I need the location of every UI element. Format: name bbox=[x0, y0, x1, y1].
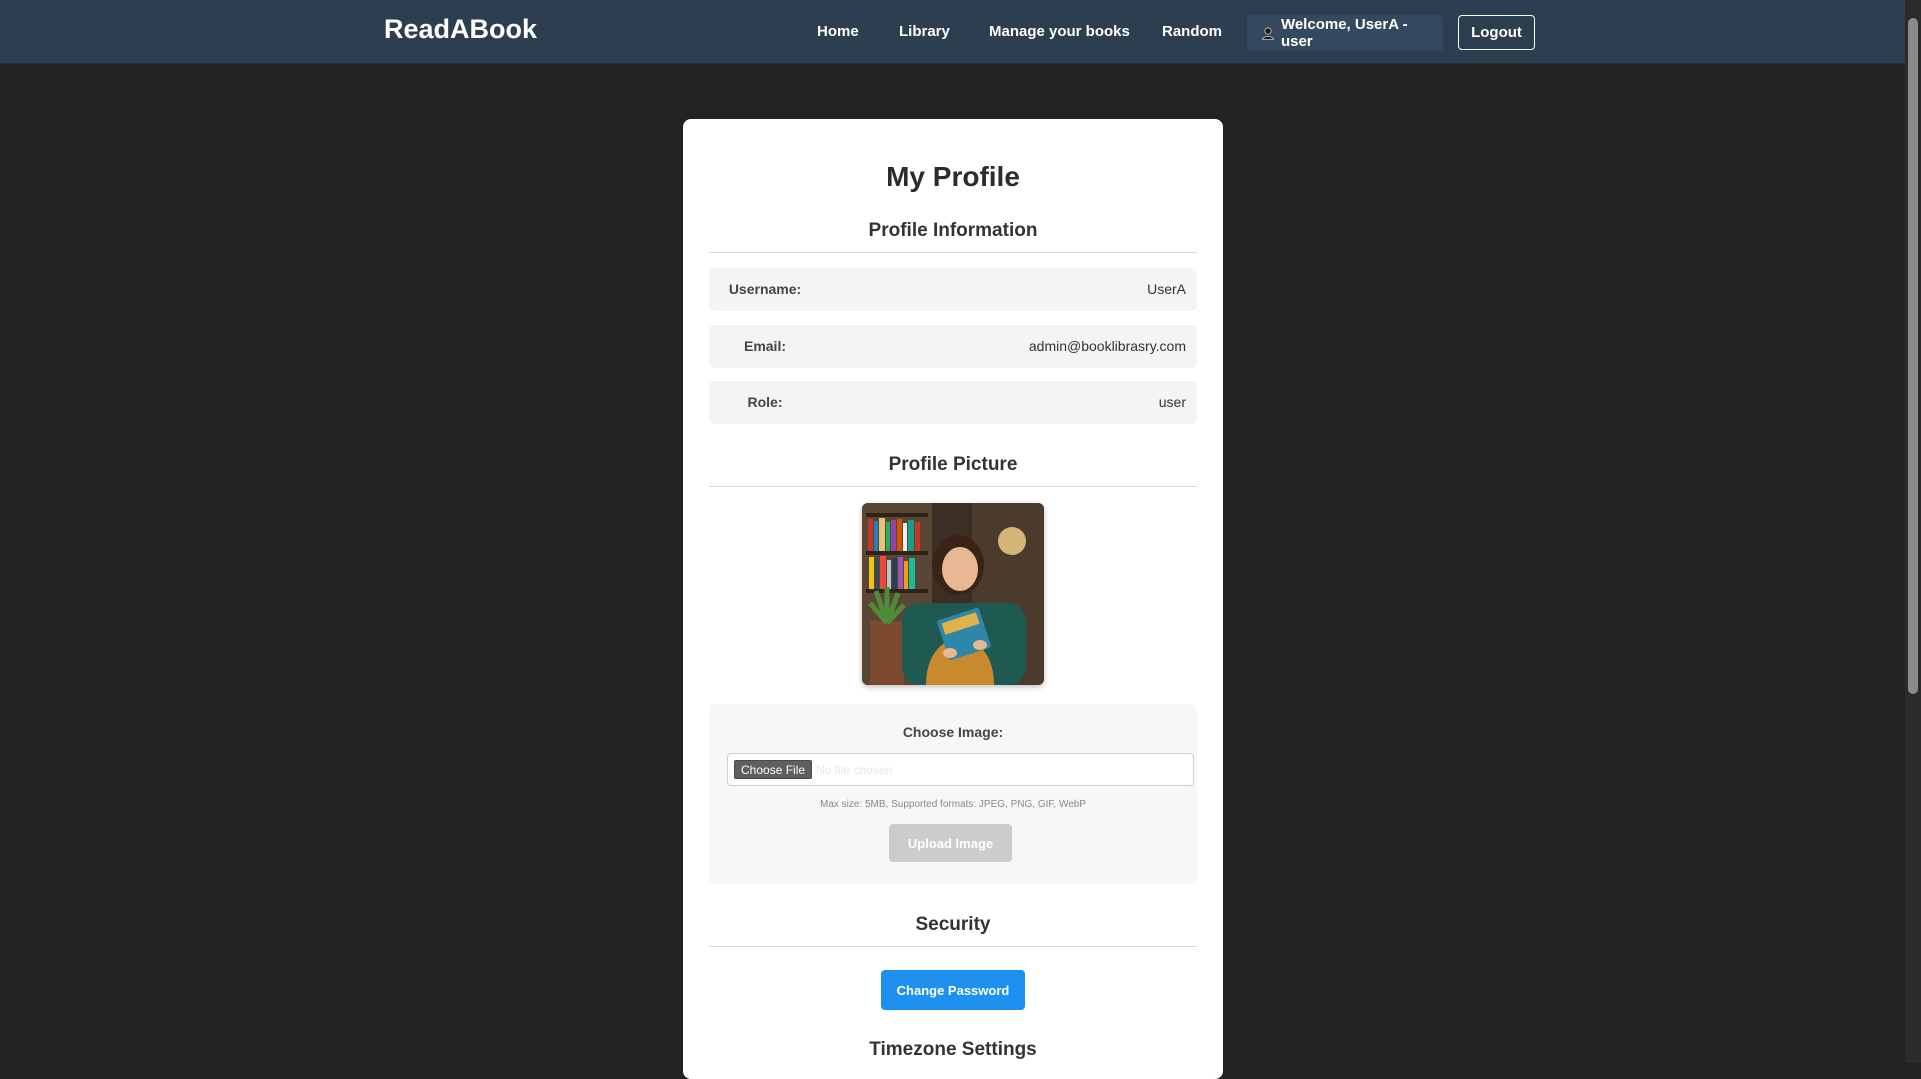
welcome-badge: Welcome, UserA - user bbox=[1247, 15, 1443, 51]
profile-picture-heading: Profile Picture bbox=[709, 454, 1197, 487]
nav-library[interactable]: Library bbox=[899, 23, 950, 40]
username-row: Username: UserA bbox=[709, 268, 1197, 311]
scrollbar-thumb[interactable] bbox=[1908, 18, 1918, 694]
file-input[interactable]: Choose File No file chosen bbox=[727, 753, 1194, 786]
page-title: My Profile bbox=[886, 161, 1020, 192]
choose-image-label: Choose Image: bbox=[902, 724, 1004, 740]
brand-logo[interactable]: ReadABook bbox=[384, 14, 537, 45]
choose-file-button[interactable]: Choose File bbox=[734, 760, 813, 779]
nav-random[interactable]: Random bbox=[1162, 23, 1222, 40]
upload-panel: Choose Image: Choose File No file chosen… bbox=[709, 704, 1197, 884]
file-status-text: No file chosen bbox=[816, 763, 893, 777]
top-navbar: ReadABook Home Library Manage your books… bbox=[0, 0, 1905, 64]
upload-image-button[interactable]: Upload Image bbox=[889, 824, 1012, 862]
user-icon bbox=[1262, 27, 1274, 40]
profile-information-heading: Profile Information bbox=[709, 220, 1197, 253]
timezone-settings-heading: Timezone Settings bbox=[869, 1039, 1037, 1060]
email-label: Email: bbox=[743, 338, 786, 354]
profile-avatar bbox=[862, 503, 1044, 685]
profile-card: My Profile Profile Information Username:… bbox=[683, 119, 1223, 1079]
change-password-button[interactable]: Change Password bbox=[881, 970, 1025, 1010]
welcome-text: Welcome, UserA - user bbox=[1280, 16, 1408, 50]
logout-button[interactable]: Logout bbox=[1458, 15, 1535, 50]
nav-manage-books[interactable]: Manage your books bbox=[989, 23, 1130, 40]
role-value: user bbox=[1158, 394, 1186, 410]
username-value: UserA bbox=[1147, 281, 1186, 297]
avatar-image bbox=[862, 503, 1044, 685]
security-heading: Security bbox=[709, 914, 1197, 947]
email-row: Email: admin@booklibrasry.com bbox=[709, 325, 1197, 368]
page-scrollbar[interactable] bbox=[1905, 0, 1921, 1063]
email-value: admin@booklibrasry.com bbox=[1028, 338, 1186, 354]
nav-home[interactable]: Home bbox=[817, 23, 859, 40]
role-row: Role: user bbox=[709, 381, 1197, 424]
role-label: Role: bbox=[747, 394, 783, 410]
username-label: Username: bbox=[728, 281, 802, 297]
upload-hint: Max size: 5MB, Supported formats: JPEG, … bbox=[819, 799, 1086, 810]
